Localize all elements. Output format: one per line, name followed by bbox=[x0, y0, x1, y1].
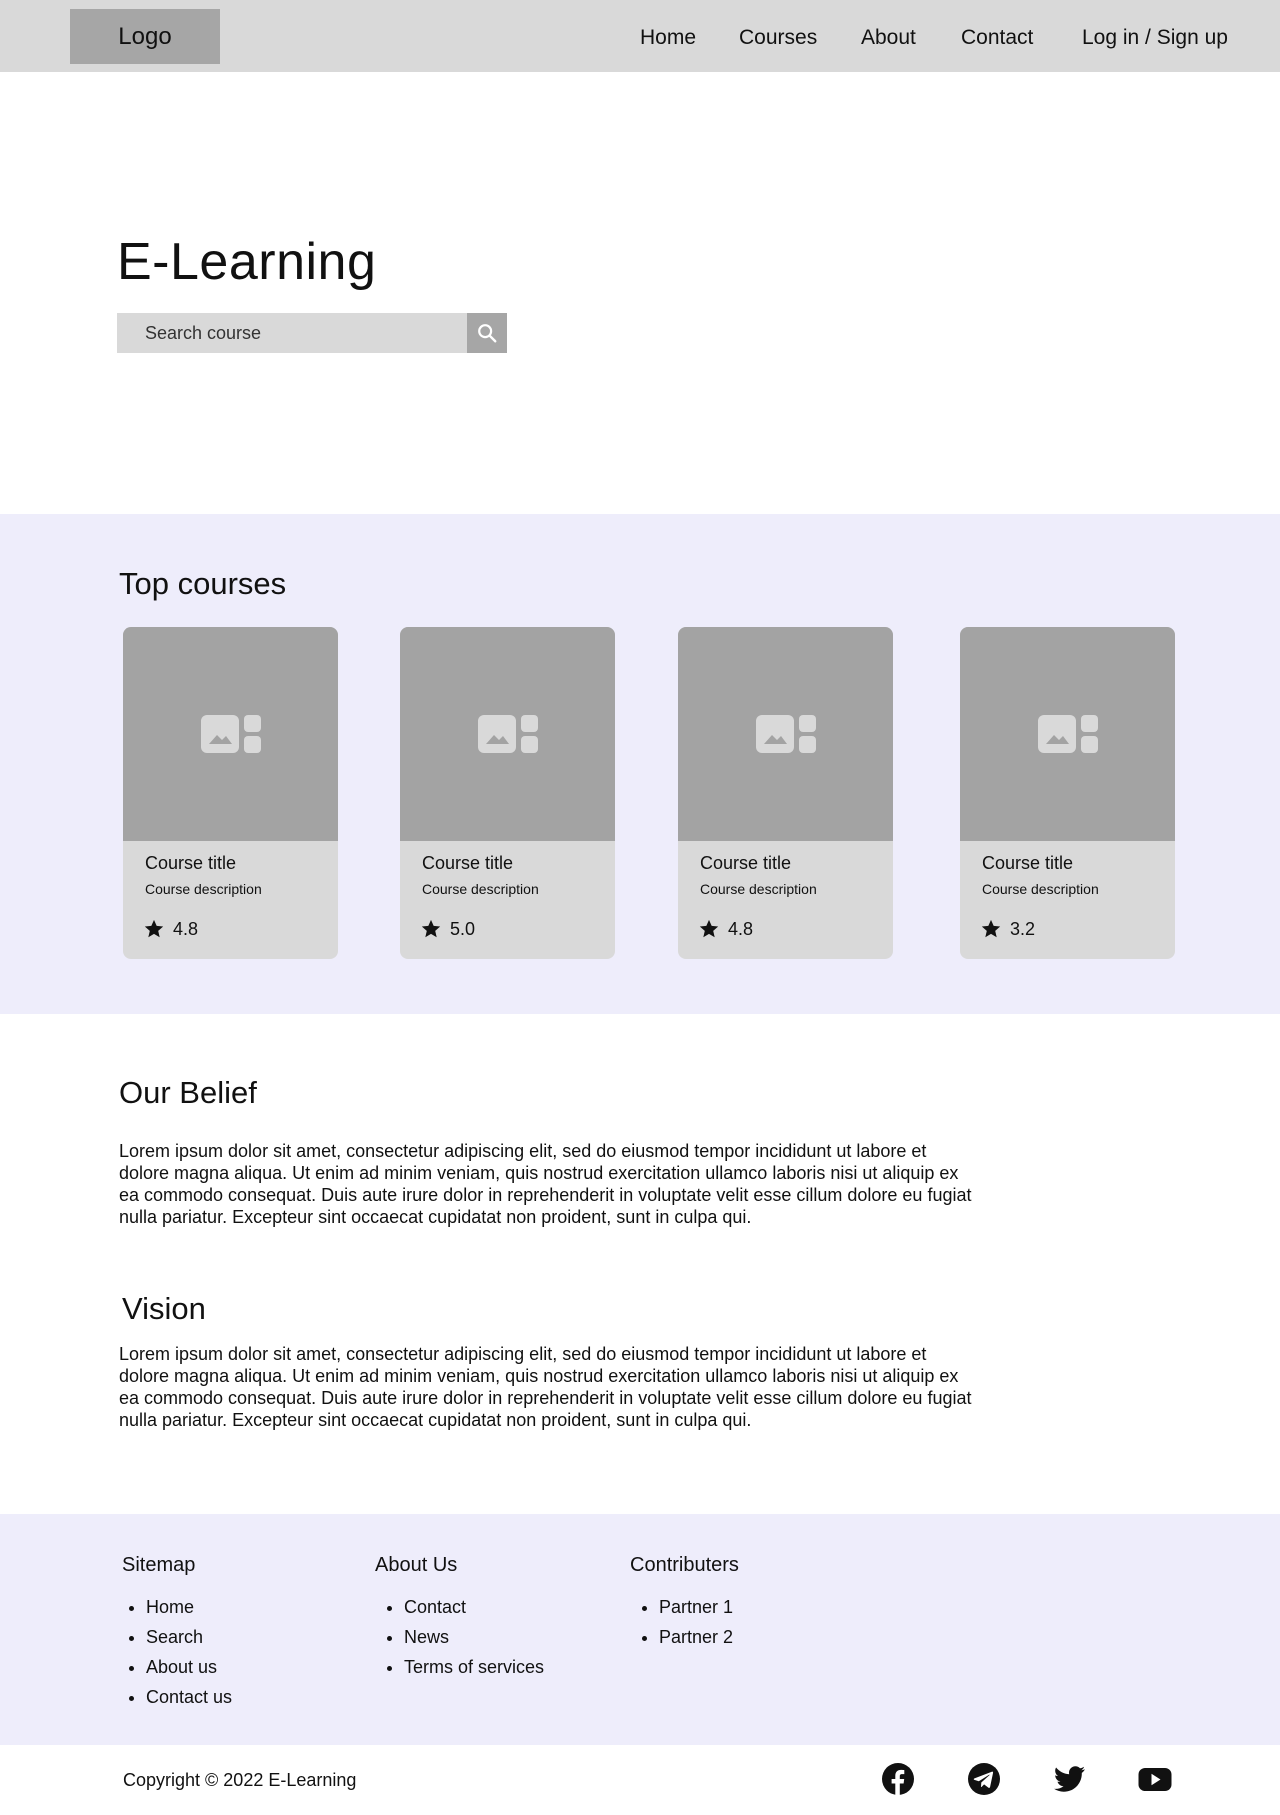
star-icon bbox=[699, 919, 719, 938]
belief-heading: Our Belief bbox=[119, 1075, 257, 1110]
facebook-icon[interactable] bbox=[881, 1762, 915, 1796]
image-placeholder-icon bbox=[755, 715, 816, 753]
footer-link-terms[interactable]: Terms of services bbox=[404, 1652, 544, 1682]
course-title: Course title bbox=[422, 853, 514, 873]
footer-contributors-list: Partner 1 Partner 2 bbox=[635, 1592, 733, 1652]
footer-contributors-title: Contributers bbox=[630, 1554, 739, 1576]
telegram-icon[interactable] bbox=[967, 1762, 1001, 1796]
search-button[interactable] bbox=[467, 313, 507, 353]
course-card[interactable]: Course title Course description 3.2 bbox=[960, 627, 1175, 959]
course-title: Course title bbox=[145, 853, 237, 873]
star-icon bbox=[981, 919, 1001, 938]
image-placeholder-icon bbox=[1037, 715, 1098, 753]
vision-heading: Vision bbox=[122, 1291, 206, 1326]
nav-link-home[interactable]: Home bbox=[640, 26, 696, 50]
course-image bbox=[960, 627, 1175, 841]
course-description: Course description bbox=[700, 881, 817, 897]
footer-link-contact-us[interactable]: Contact us bbox=[146, 1682, 232, 1712]
footer-link-search[interactable]: Search bbox=[146, 1622, 232, 1652]
top-courses-heading: Top courses bbox=[119, 566, 287, 601]
nav-link-courses[interactable]: Courses bbox=[739, 26, 817, 50]
course-card[interactable]: Course title Course description 5.0 bbox=[400, 627, 615, 959]
course-title: Course title bbox=[982, 853, 1074, 873]
copyright-text: Copyright © 2022 E-Learning bbox=[123, 1770, 357, 1790]
nav-link-about[interactable]: About bbox=[861, 26, 916, 50]
twitter-icon[interactable] bbox=[1052, 1762, 1086, 1796]
course-description: Course description bbox=[422, 881, 539, 897]
rating-value: 4.8 bbox=[173, 918, 199, 939]
image-placeholder-icon bbox=[477, 715, 538, 753]
star-icon bbox=[144, 919, 164, 938]
course-rating: 5.0 bbox=[420, 918, 475, 940]
youtube-icon[interactable] bbox=[1138, 1762, 1172, 1796]
course-description: Course description bbox=[982, 881, 1099, 897]
footer-link-partner-2[interactable]: Partner 2 bbox=[659, 1622, 733, 1652]
course-card[interactable]: Course title Course description 4.8 bbox=[678, 627, 893, 959]
footer-link-partner-1[interactable]: Partner 1 bbox=[659, 1592, 733, 1622]
course-rating: 4.8 bbox=[698, 918, 753, 940]
footer-link-home[interactable]: Home bbox=[146, 1592, 232, 1622]
search-icon bbox=[478, 324, 497, 343]
logo[interactable]: Logo bbox=[70, 9, 220, 64]
course-description: Course description bbox=[145, 881, 262, 897]
footer-sitemap-title: Sitemap bbox=[122, 1554, 196, 1576]
search-bar bbox=[117, 313, 507, 353]
rating-value: 3.2 bbox=[1010, 918, 1036, 939]
rating-value: 5.0 bbox=[450, 918, 476, 939]
image-placeholder-icon bbox=[200, 715, 261, 753]
hero-title: E-Learning bbox=[117, 233, 377, 291]
footer-sitemap-list: Home Search About us Contact us bbox=[122, 1592, 232, 1712]
footer-link-about-us[interactable]: About us bbox=[146, 1652, 232, 1682]
course-image bbox=[678, 627, 893, 841]
site-header: Logo Home Courses About Contact Log in /… bbox=[0, 0, 1280, 72]
nav-link-contact[interactable]: Contact bbox=[961, 26, 1033, 50]
footer-about-title: About Us bbox=[375, 1554, 458, 1576]
vision-text: Lorem ipsum dolor sit amet, consectetur … bbox=[119, 1344, 972, 1430]
rating-value: 4.8 bbox=[728, 918, 754, 939]
star-icon bbox=[421, 919, 441, 938]
search-input[interactable] bbox=[117, 313, 467, 353]
footer-link-news[interactable]: News bbox=[404, 1622, 544, 1652]
login-signup-link[interactable]: Log in / Sign up bbox=[1082, 26, 1228, 50]
course-image bbox=[400, 627, 615, 841]
course-title: Course title bbox=[700, 853, 792, 873]
course-image bbox=[123, 627, 338, 841]
footer-link-contact[interactable]: Contact bbox=[404, 1592, 544, 1622]
course-rating: 4.8 bbox=[143, 918, 198, 940]
course-rating: 3.2 bbox=[980, 918, 1035, 940]
footer-about-list: Contact News Terms of services bbox=[380, 1592, 544, 1682]
course-card[interactable]: Course title Course description 4.8 bbox=[123, 627, 338, 959]
belief-text: Lorem ipsum dolor sit amet, consectetur … bbox=[119, 1141, 972, 1227]
